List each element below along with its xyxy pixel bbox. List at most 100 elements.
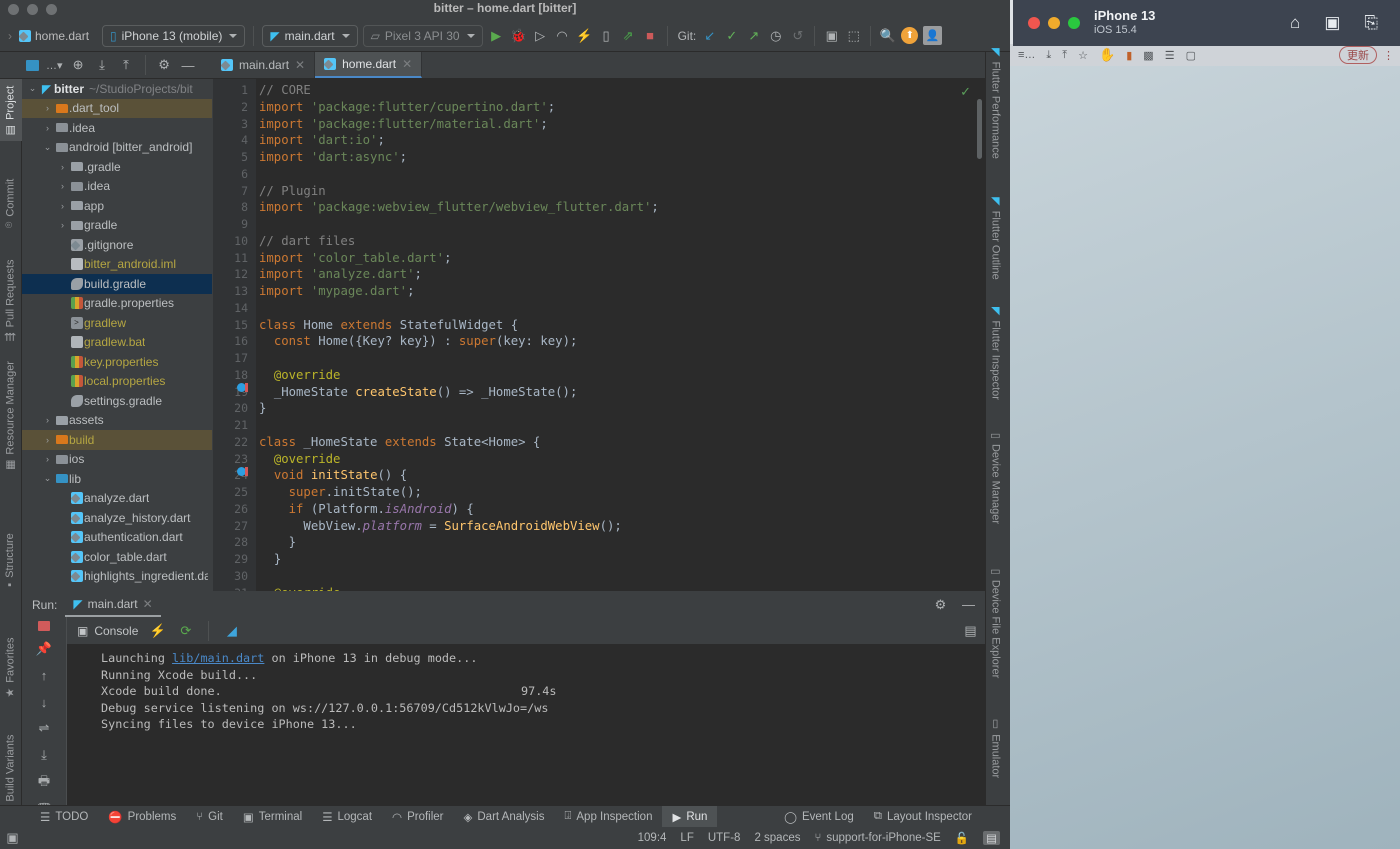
tab-main-dart[interactable]: main.dart ✕ (212, 52, 316, 78)
tree-node[interactable]: › assets (22, 411, 212, 431)
coverage-icon[interactable]: ◠ (554, 27, 571, 44)
editor-tabs[interactable]: main.dart ✕ home.dart ✕ (212, 52, 423, 78)
tree-node[interactable]: gradle.properties (22, 294, 212, 314)
device-selector-combo[interactable]: ▯ iPhone 13 (mobile) (102, 24, 246, 47)
chevron-down-icon[interactable]: ⌄ (26, 83, 39, 94)
git-branch[interactable]: ⑂ support-for-iPhone-SE (814, 832, 940, 844)
tree-node[interactable]: › build (22, 430, 212, 450)
device-manager-icon[interactable]: ⬚ (845, 27, 862, 44)
tool-window-profiler[interactable]: ◠ Profiler (382, 806, 453, 828)
tree-node[interactable]: key.properties (22, 352, 212, 372)
tree-node[interactable]: > gradlew (22, 313, 212, 333)
tool-window-git[interactable]: ⑂ Git (186, 806, 233, 828)
chevron-right-icon[interactable]: › (56, 162, 69, 172)
pin-icon[interactable]: 📌 (34, 640, 54, 657)
git-update-icon[interactable]: ↙ (701, 27, 718, 44)
chevron-right-icon[interactable]: › (56, 220, 69, 230)
gear-icon[interactable]: ⚙ (156, 57, 173, 74)
hot-reload-icon[interactable]: ⚡ (576, 27, 593, 44)
tree-node[interactable]: highlights_ingredient.da (22, 567, 212, 587)
hot-restart-icon[interactable]: ⟳ (177, 622, 194, 639)
close-icon[interactable]: ✕ (295, 58, 305, 72)
scroll-up-icon[interactable]: ↑ (34, 667, 54, 684)
project-view-icon[interactable] (26, 59, 39, 71)
chevron-right-icon[interactable]: › (56, 201, 69, 211)
screenshot-icon[interactable]: ▣ (1324, 13, 1340, 33)
flutter-attach-icon[interactable]: ⇗ (620, 27, 637, 44)
run-profile-icon[interactable]: ▷ (532, 27, 549, 44)
tree-node[interactable]: analyze.dart (22, 489, 212, 509)
line-separator[interactable]: LF (680, 832, 693, 844)
project-view-dropdown[interactable]: …▾ (46, 59, 63, 72)
file-encoding[interactable]: UTF-8 (708, 832, 741, 844)
open-devtools-icon[interactable]: ◢ (223, 622, 240, 639)
scroll-end-icon[interactable]: ⤓ (34, 746, 54, 763)
editor-scrollbar[interactable] (977, 99, 982, 159)
toggle-tool-windows-icon[interactable]: ▣ (0, 830, 18, 847)
tree-node[interactable]: › app (22, 196, 212, 216)
tree-root[interactable]: ⌄ ◤ bitter ~/StudioProjects/bit (22, 79, 212, 99)
tool-window-app-inspection[interactable]: ⍗ App Inspection (554, 806, 662, 828)
tree-node[interactable]: › .idea (22, 177, 212, 197)
tree-node[interactable]: › .gradle (22, 157, 212, 177)
simulator-maximize-button[interactable] (1068, 17, 1080, 29)
simulator-traffic-lights[interactable] (1028, 17, 1080, 29)
chevron-right-icon[interactable]: › (56, 181, 69, 191)
collapse-all-icon[interactable]: ⤒ (118, 57, 135, 74)
run-icon[interactable]: ▶ (488, 27, 505, 44)
chevron-down-icon[interactable]: ⌄ (41, 473, 54, 484)
debug-icon[interactable]: 🐞 (510, 27, 527, 44)
memory-icon[interactable]: ▤ (983, 831, 1000, 845)
scroll-down-icon[interactable]: ↓ (34, 693, 54, 710)
git-push-icon[interactable]: ↗ (745, 27, 762, 44)
print-icon[interactable]: 🖶 (34, 773, 54, 793)
indent-setting[interactable]: 2 spaces (754, 832, 800, 844)
chevron-down-icon[interactable]: ⌄ (41, 142, 54, 153)
hide-panel-icon[interactable]: — (180, 57, 197, 74)
lock-icon[interactable]: 🔓 (955, 831, 969, 845)
chevron-right-icon[interactable]: › (41, 435, 54, 445)
expand-all-icon[interactable]: ⤓ (94, 57, 111, 74)
search-icon[interactable]: 🔍 (879, 27, 896, 44)
tree-node[interactable]: authentication.dart (22, 528, 212, 548)
tree-node[interactable]: ⌄ android [bitter_android] (22, 138, 212, 158)
tab-home-dart[interactable]: home.dart ✕ (315, 52, 423, 78)
code-content[interactable]: // CORE import 'package:flutter/cupertino… (259, 82, 985, 591)
tool-window-event-log[interactable]: ◯ Event Log (774, 806, 864, 828)
console-settings-icon[interactable]: ▤ (964, 622, 985, 639)
profile-sync-icon[interactable]: ⬆ (901, 27, 919, 44)
git-commit-icon[interactable]: ✓ (723, 27, 740, 44)
open-devtools-icon[interactable]: ▯ (598, 27, 615, 44)
tree-node[interactable]: ⌄ lib (22, 469, 212, 489)
tree-node[interactable]: analyze_history.dart (22, 508, 212, 528)
tree-node[interactable]: › ios (22, 450, 212, 470)
tool-window-dart-analysis[interactable]: ◈ Dart Analysis (454, 806, 555, 828)
hot-reload-icon[interactable]: ⚡ (149, 622, 166, 639)
tree-node[interactable]: › gradle (22, 216, 212, 236)
tree-node[interactable]: bitter_android.iml (22, 255, 212, 275)
close-icon[interactable]: ✕ (143, 597, 153, 611)
console-output[interactable]: Launching lib/main.dart on iPhone 13 in … (66, 644, 985, 819)
breadcrumb[interactable]: home.dart (19, 29, 89, 43)
gear-icon[interactable]: ⚙ (932, 596, 949, 613)
project-tree[interactable]: ⌄ ◤ bitter ~/StudioProjects/bit › .dart_… (22, 79, 212, 591)
tool-window-todo[interactable]: ☰ TODO (30, 806, 98, 828)
tree-node[interactable]: local.properties (22, 372, 212, 392)
hide-panel-icon[interactable]: — (960, 596, 977, 613)
git-history-icon[interactable]: ◷ (767, 27, 784, 44)
tree-node[interactable]: .gitignore (22, 235, 212, 255)
code-editor[interactable]: 1234567891011121314151617181920212223242… (213, 79, 985, 591)
chevron-right-icon[interactable]: › (41, 103, 54, 113)
layout-inspector-icon[interactable]: ▣ (823, 27, 840, 44)
chevron-right-icon[interactable]: › (41, 454, 54, 464)
tool-window-layout-inspector[interactable]: ⧉ Layout Inspector (864, 806, 982, 828)
inspection-status-icon[interactable]: ✓ (960, 84, 971, 100)
avatar[interactable]: 👤 (923, 26, 943, 45)
home-icon[interactable]: ⌂ (1290, 13, 1300, 33)
simulator-minimize-button[interactable] (1048, 17, 1060, 29)
simulator-close-button[interactable] (1028, 17, 1040, 29)
chevron-right-icon[interactable]: › (41, 123, 54, 133)
tool-window-logcat[interactable]: ☰ Logcat (312, 806, 382, 828)
console-tab[interactable]: ▣ Console (77, 624, 138, 638)
android-device-combo[interactable]: ▱ Pixel 3 API 30 (362, 24, 483, 47)
